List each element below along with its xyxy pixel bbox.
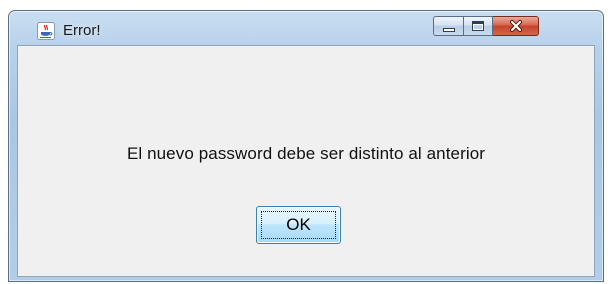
close-icon — [509, 20, 522, 32]
title-bar[interactable]: Error! — [9, 11, 603, 45]
minimize-icon — [442, 28, 455, 32]
ok-button[interactable]: OK — [256, 206, 341, 244]
ok-button-label: OK — [261, 211, 336, 239]
maximize-icon — [472, 21, 484, 31]
error-dialog-window: Error! El nuevo password debe ser distin… — [8, 10, 604, 282]
minimize-button[interactable] — [433, 16, 463, 36]
window-title: Error! — [63, 22, 101, 39]
error-message: El nuevo password debe ser distinto al a… — [126, 144, 486, 163]
maximize-button[interactable] — [463, 16, 493, 36]
java-coffee-cup-icon — [37, 22, 55, 40]
close-button[interactable] — [493, 16, 539, 36]
dialog-content: El nuevo password debe ser distinto al a… — [17, 45, 595, 277]
